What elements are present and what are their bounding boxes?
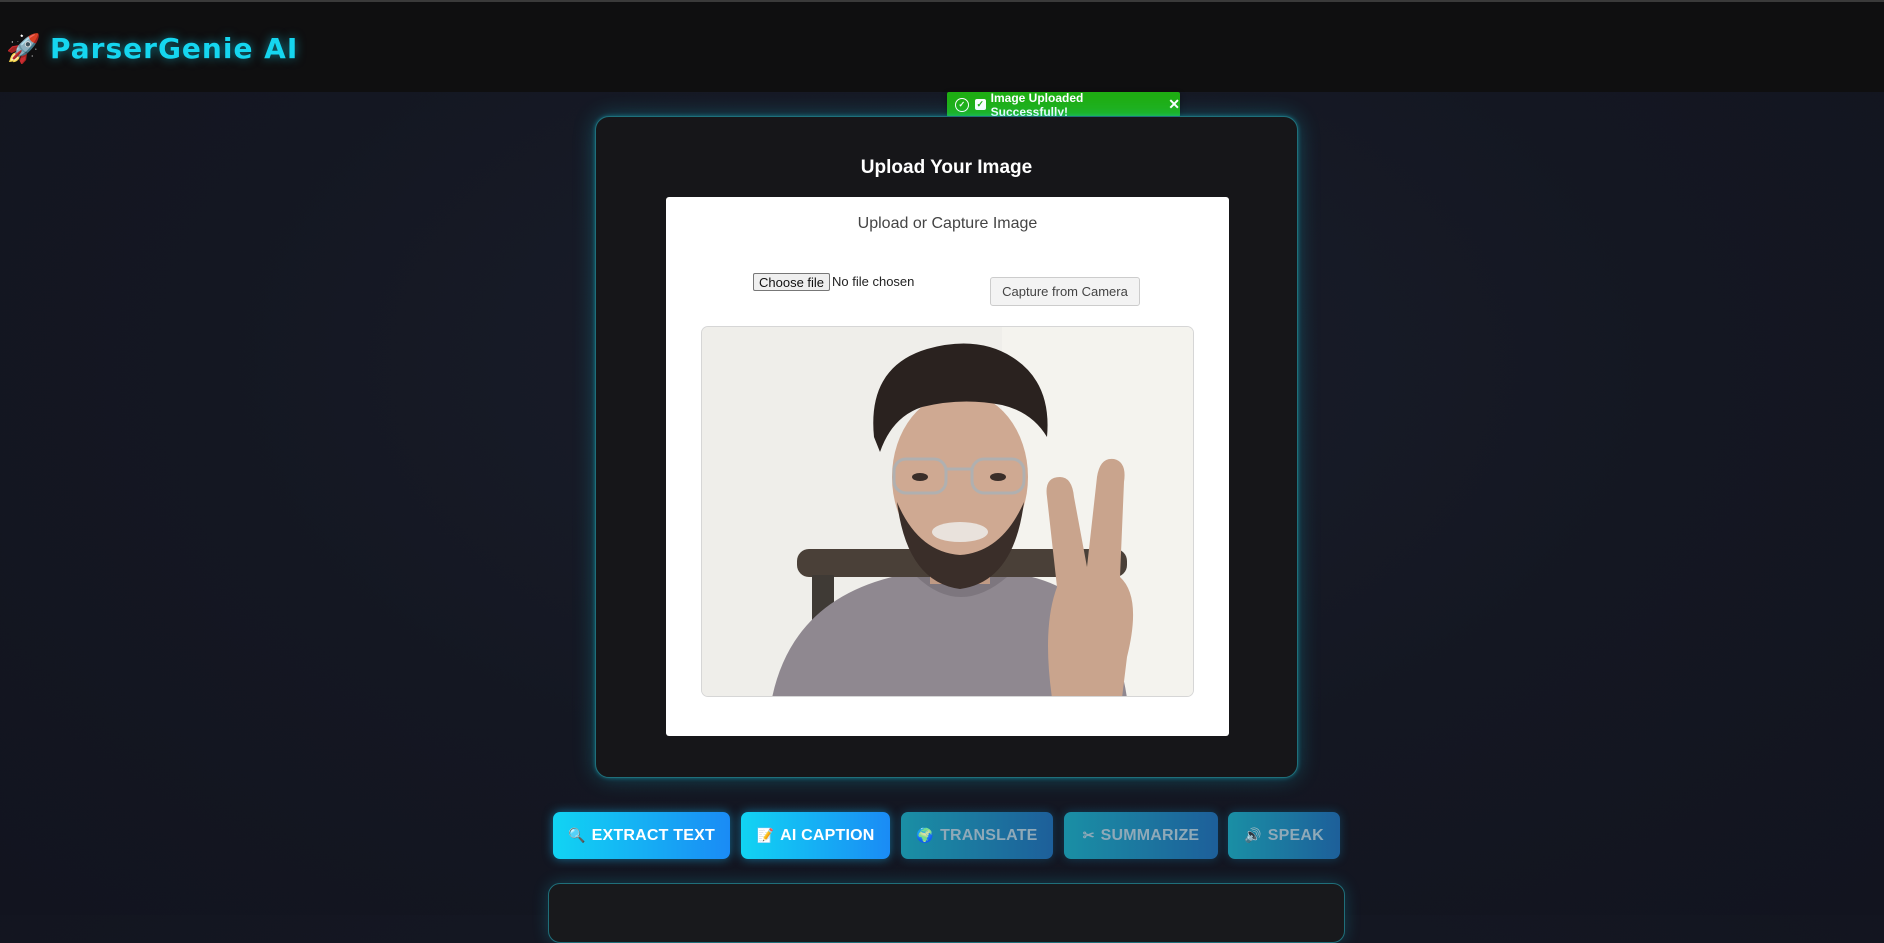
- speaker-icon: 🔊: [1244, 827, 1262, 843]
- app-title: ParserGenie AI: [50, 32, 299, 65]
- upload-card: Upload Your Image Upload or Capture Imag…: [595, 116, 1298, 778]
- capture-camera-button[interactable]: Capture from Camera: [990, 277, 1140, 306]
- ai-caption-button[interactable]: 📝 AI CAPTION: [741, 812, 890, 859]
- speak-label: SPEAK: [1267, 826, 1324, 844]
- extract-text-button[interactable]: 🔍 EXTRACT TEXT: [553, 812, 730, 859]
- success-toast: ✓ ✓ Image Uploaded Successfully! ✕: [947, 90, 1180, 119]
- translate-button[interactable]: 🌍 TRANSLATE: [901, 812, 1053, 859]
- close-icon[interactable]: ✕: [1168, 96, 1180, 113]
- extract-text-label: EXTRACT TEXT: [591, 826, 715, 844]
- memo-icon: 📝: [756, 827, 775, 843]
- choose-file-button[interactable]: Choose file: [753, 273, 831, 291]
- file-status: No file chosen: [832, 274, 915, 289]
- summarize-button[interactable]: ✂ SUMMARIZE: [1064, 812, 1218, 859]
- panel-title: Upload or Capture Image: [857, 215, 1038, 232]
- ai-caption-label: AI CAPTION: [780, 826, 875, 844]
- image-preview: [701, 326, 1194, 697]
- globe-icon: 🌍: [916, 827, 935, 843]
- upload-panel: Upload or Capture Image Choose file No f…: [666, 197, 1229, 736]
- summarize-label: SUMMARIZE: [1100, 826, 1200, 844]
- uploaded-photo: [702, 327, 1193, 696]
- top-bar: 🚀 ParserGenie AI: [0, 0, 1884, 92]
- check-circle-icon: ✓: [955, 97, 969, 112]
- result-card: [548, 883, 1345, 943]
- toast-message: Image Uploaded Successfully!: [990, 90, 1084, 119]
- translate-label: TRANSLATE: [940, 826, 1038, 844]
- scissors-icon: ✂: [1082, 827, 1095, 843]
- rocket-icon: 🚀: [6, 32, 41, 64]
- brand[interactable]: 🚀 ParserGenie AI: [6, 32, 298, 65]
- check-box-icon: ✓: [974, 99, 986, 110]
- magnifier-icon: 🔍: [568, 827, 586, 843]
- upload-heading: Upload Your Image: [860, 157, 1033, 178]
- speak-button[interactable]: 🔊 SPEAK: [1228, 812, 1340, 859]
